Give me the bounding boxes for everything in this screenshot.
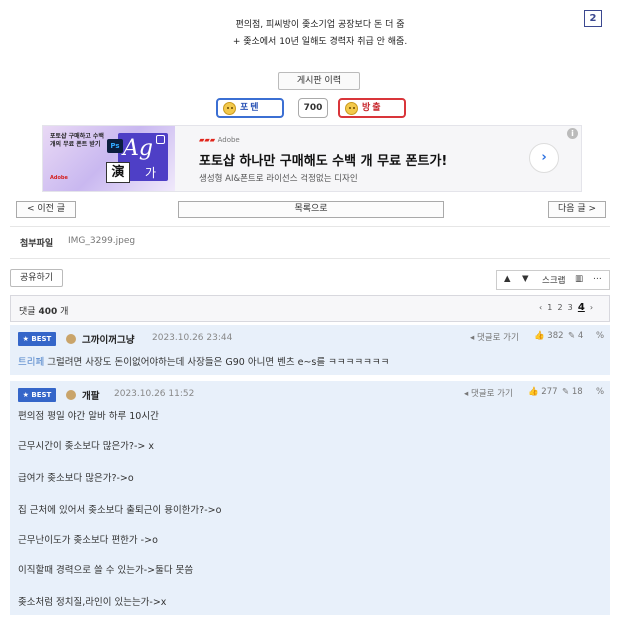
comment-line: 좆소처럼 정치질,라인이 있는는가->x: [18, 597, 167, 608]
share-button[interactable]: 공유하기: [10, 269, 63, 287]
reply-arrow-icon: ◂: [464, 389, 471, 399]
dislike-button[interactable]: ✎ 4: [568, 331, 583, 341]
ad-image-brand: Adobe: [50, 175, 68, 181]
reply-link[interactable]: ◂ 댓글로 가기: [470, 331, 519, 343]
like-count: 277: [541, 387, 558, 397]
attachment-file-link[interactable]: IMG_3299.jpeg: [68, 236, 135, 246]
attachment-label: 첨부파일: [20, 239, 54, 249]
link-icon[interactable]: %: [596, 331, 604, 341]
list-button[interactable]: 목록으로: [178, 201, 444, 218]
info-icon[interactable]: i: [567, 128, 578, 139]
release-button[interactable]: 방출: [338, 98, 406, 118]
comment-count-suffix: 개: [60, 307, 69, 317]
comment-pagination: ‹ 1 2 3 4 ›: [539, 302, 593, 313]
comment-item: ★ BEST 그까이꺼그냥 2023.10.26 23:44 ◂ 댓글로 가기 …: [10, 325, 610, 375]
ad-brand-text: Adobe: [217, 136, 240, 144]
caption-line-2: + 좆소에서 10년 일해도 경력자 취급 안 해줌.: [232, 37, 408, 47]
best-badge-label: BEST: [31, 335, 52, 343]
dislike-button[interactable]: ✎ 18: [562, 387, 583, 397]
pager-page[interactable]: 1: [547, 303, 552, 312]
comment-count-value: 400: [38, 307, 58, 317]
adobe-logo-icon: ▰▰▰: [199, 136, 218, 144]
frown-face-icon: [345, 102, 358, 115]
pager-next[interactable]: ›: [590, 303, 593, 312]
recommend-count: 700: [298, 98, 328, 118]
arrow-up-icon[interactable]: ▲: [504, 274, 511, 284]
thumbs-up-icon: 👍: [534, 331, 548, 341]
board-history-button[interactable]: 게시판 이력: [278, 72, 360, 90]
comment-line: 근무시간이 좆소보다 많은가?-> x: [18, 441, 154, 452]
reply-arrow-icon: ◂: [470, 333, 477, 343]
scrap-button[interactable]: 스크랩: [542, 274, 565, 286]
dislike-count: 18: [571, 387, 583, 397]
arrow-down-icon[interactable]: ▼: [522, 274, 529, 284]
like-count: 382: [547, 331, 564, 341]
pager-page[interactable]: 2: [557, 303, 562, 312]
potent-button[interactable]: 포텐: [216, 98, 284, 118]
caption-line-1: 편의점, 피씨방이 좆소기업 공장보다 돈 더 줌: [235, 20, 405, 30]
chevron-right-icon[interactable]: ›: [529, 143, 559, 173]
comment-author[interactable]: 개팔: [82, 388, 99, 402]
reply-target: 트리페: [18, 357, 45, 368]
like-button[interactable]: 👍 277: [528, 387, 558, 397]
comment-line: 급여가 좆소보다 많은가?->o: [18, 473, 134, 484]
divider: [10, 258, 610, 259]
pager-current[interactable]: 4: [578, 302, 585, 313]
comment-count: 댓글 400 개: [19, 304, 68, 317]
comment-line: 편의점 평일 야간 알바 하루 10시간: [18, 411, 159, 422]
ad-ag-glyph: Ag: [123, 136, 153, 161]
potent-label: 포텐: [240, 103, 261, 113]
dislike-count: 4: [577, 331, 584, 341]
thumbs-down-icon: ✎: [562, 387, 572, 397]
page-number-badge: 2: [584, 10, 602, 27]
best-badge: ★ BEST: [18, 388, 56, 402]
comment-line: 근무난이도가 좆소보다 편한가 ->o: [18, 535, 158, 546]
thumbs-up-icon: 👍: [528, 387, 542, 397]
reply-label: 댓글로 가기: [470, 389, 513, 399]
reply-link[interactable]: ◂ 댓글로 가기: [464, 387, 513, 399]
more-icon[interactable]: ⋯: [593, 274, 602, 284]
like-button[interactable]: 👍 382: [534, 331, 564, 341]
ad-brand: ▰▰▰ Adobe: [199, 136, 240, 144]
link-icon[interactable]: %: [596, 387, 604, 397]
best-badge-label: BEST: [31, 391, 52, 399]
thumbs-down-icon: ✎: [568, 331, 578, 341]
external-icon: [156, 135, 165, 144]
comment-author[interactable]: 그까이꺼그냥: [82, 332, 134, 346]
comment-line: 이직할때 경력으로 쓸 수 있는가->둘다 못씀: [18, 565, 194, 576]
pager-prev[interactable]: ‹: [539, 303, 542, 312]
comment-body: 트리페 그럴려면 사장도 돈이없어야하는데 사장들은 G90 아니면 벤츠 e~…: [18, 357, 389, 368]
comment-item: ★ BEST 개팔 2023.10.26 11:52 ◂ 댓글로 가기 👍 27…: [10, 381, 610, 615]
post-toolbar: ▲ ▼ 스크랩 ▥ ⋯: [496, 270, 610, 290]
comment-date: 2023.10.26 23:44: [152, 333, 233, 343]
best-badge: ★ BEST: [18, 332, 56, 346]
user-level-icon: [66, 390, 76, 400]
photoshop-icon: Ps: [107, 139, 123, 153]
chart-icon[interactable]: ▥: [575, 274, 583, 284]
comment-count-prefix: 댓글: [19, 307, 36, 317]
comment-date: 2023.10.26 11:52: [114, 389, 195, 399]
comments-header: 댓글 400 개 ‹ 1 2 3 4 ›: [10, 295, 610, 322]
prev-post-button[interactable]: < 이전 글: [16, 201, 76, 218]
release-label: 방출: [362, 103, 383, 113]
ad-han-glyph: 演: [106, 162, 130, 183]
ad-subtext: 생성형 AI&폰트로 라이선스 걱정없는 디자인: [199, 174, 358, 184]
ad-headline: 포토샵 하나만 구매해도 수백 개 무료 폰트가!: [199, 154, 448, 169]
comment-text: 그럴려면 사장도 돈이없어야하는데 사장들은 G90 아니면 벤츠 e~s를 ㅋ…: [47, 357, 390, 368]
post-caption: 편의점, 피씨방이 좆소기업 공장보다 돈 더 줌 + 좆소에서 10년 일해도…: [100, 17, 540, 51]
smile-face-icon: [223, 102, 236, 115]
divider: [10, 226, 610, 227]
pager-page[interactable]: 3: [568, 303, 573, 312]
ad-image: 포토샵 구매하고 수백 개의 무료 폰트 받기 Adobe Ag Ps 演 가: [43, 126, 175, 191]
next-post-button[interactable]: 다음 글 >: [548, 201, 606, 218]
ad-ga-glyph: 가: [145, 166, 157, 180]
ad-banner[interactable]: 포토샵 구매하고 수백 개의 무료 폰트 받기 Adobe Ag Ps 演 가 …: [42, 125, 582, 192]
comment-line: 집 근처에 있어서 좆소보다 출퇴근이 용이한가?->o: [18, 505, 222, 516]
user-level-icon: [66, 334, 76, 344]
reply-label: 댓글로 가기: [476, 333, 519, 343]
ad-image-text: 포토샵 구매하고 수백 개의 무료 폰트 받기: [50, 133, 104, 148]
